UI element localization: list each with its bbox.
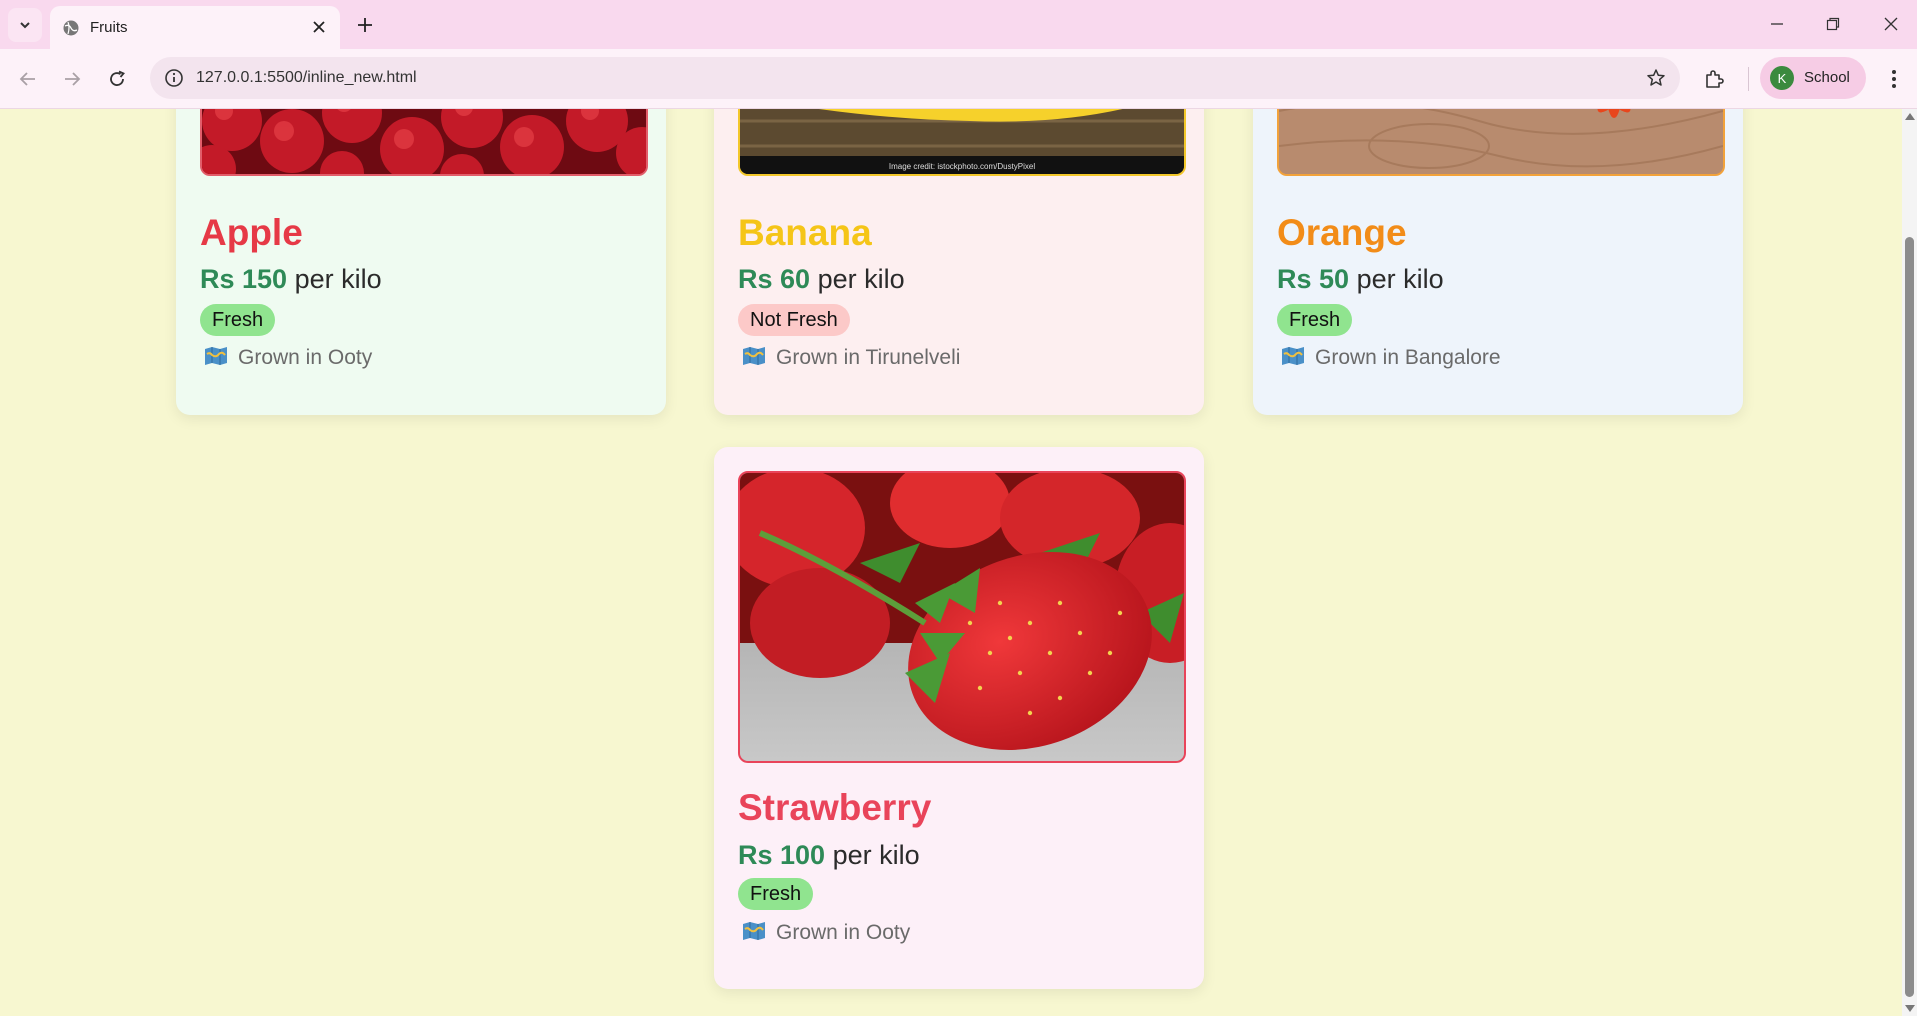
forward-button[interactable] [58,65,86,93]
fruit-price: Rs 60 per kilo [738,264,905,295]
fruit-card-orange: Orange Rs 50 per kilo Fresh Grown in Ban… [1253,109,1743,415]
fruit-card-strawberry: Strawberry Rs 100 per kilo Fresh Grown i… [714,447,1204,989]
profile-button[interactable]: K School [1760,57,1866,99]
arrow-left-icon [19,72,35,86]
fruit-name: Orange [1277,212,1407,253]
url-text: 127.0.0.1:5500/inline_new.html [196,69,417,86]
apple-image [200,109,648,176]
fruit-price: Rs 50 per kilo [1277,264,1444,295]
scrollbar-thumb[interactable] [1905,237,1914,997]
bookmark-star-icon[interactable] [1646,68,1666,88]
tab-fruits[interactable]: Fruits [50,6,340,49]
strawberry-image [738,471,1186,763]
scroll-down-arrow-icon[interactable] [1905,1005,1915,1012]
price-amount: Rs 60 [738,264,811,294]
restore-icon [1826,17,1840,31]
fruit-card-banana: Image credit: istockphoto.com/DustyPixel… [714,109,1204,415]
close-window-button[interactable] [1876,10,1906,38]
origin-text: Grown in Bangalore [1315,346,1501,369]
arrow-right-icon [65,72,81,86]
status-badge: Fresh [1277,304,1353,336]
globe-icon [63,20,79,36]
minimize-icon [1771,23,1783,25]
fruit-name: Banana [738,212,872,253]
puzzle-icon [1706,70,1724,88]
fruit-price: Rs 150 per kilo [200,264,382,295]
minimize-button[interactable] [1762,10,1792,38]
fruit-price: Rs 100 per kilo [738,840,920,871]
chevron-down-icon [20,22,30,29]
plus-icon [358,18,372,32]
close-icon [1884,17,1898,31]
orange-image [1277,109,1725,176]
avatar: K [1770,66,1794,90]
new-tab-button[interactable] [352,12,378,38]
fruit-origin: Grown in Ooty [204,346,372,370]
price-unit: per kilo [294,264,382,294]
restore-button[interactable] [1818,10,1848,38]
map-icon [743,347,765,365]
scroll-up-arrow-icon[interactable] [1905,113,1915,120]
reload-button[interactable] [103,65,131,93]
tab-search-button[interactable] [8,8,42,42]
origin-text: Grown in Ooty [238,346,373,369]
status-badge: Fresh [200,304,276,336]
map-icon [743,922,765,940]
price-amount: Rs 150 [200,264,288,294]
status-badge: Fresh [738,878,814,910]
back-button[interactable] [14,65,42,93]
browser-menu-button[interactable] [1880,65,1908,93]
price-unit: per kilo [817,264,905,294]
toolbar-divider [1748,67,1749,91]
profile-name: School [1804,69,1850,86]
image-credit: Image credit: istockphoto.com/DustyPixel [888,162,1036,171]
fruit-origin: Grown in Tirunelveli [742,346,960,370]
map-icon [1282,347,1304,365]
site-info-icon[interactable] [164,68,184,88]
browser-toolbar: 127.0.0.1:5500/inline_new.html K School [0,49,1917,109]
price-unit: per kilo [832,840,920,870]
origin-text: Grown in Ooty [776,921,911,944]
browser-tab-bar: Fruits [0,0,1917,49]
close-tab-button[interactable] [308,16,330,38]
price-amount: Rs 100 [738,840,826,870]
vertical-scrollbar[interactable] [1902,109,1917,1016]
fruit-origin: Grown in Ooty [742,921,910,945]
status-badge: Not Fresh [738,304,850,336]
extensions-button[interactable] [1700,65,1728,93]
more-vertical-icon [1892,70,1896,88]
price-unit: per kilo [1356,264,1444,294]
reload-icon [110,70,125,86]
fruit-name: Apple [200,212,303,253]
origin-text: Grown in Tirunelveli [776,346,961,369]
address-bar[interactable]: 127.0.0.1:5500/inline_new.html [150,57,1680,99]
page-viewport: Apple Rs 150 per kilo Fresh Grown in Oot… [0,109,1902,1016]
fruit-origin: Grown in Bangalore [1281,346,1501,370]
fruit-name: Strawberry [738,787,932,828]
price-amount: Rs 50 [1277,264,1350,294]
fruit-card-apple: Apple Rs 150 per kilo Fresh Grown in Oot… [176,109,666,415]
tab-title: Fruits [90,19,128,36]
map-icon [205,347,227,365]
close-icon [313,21,325,33]
banana-image: Image credit: istockphoto.com/DustyPixel [738,109,1186,176]
